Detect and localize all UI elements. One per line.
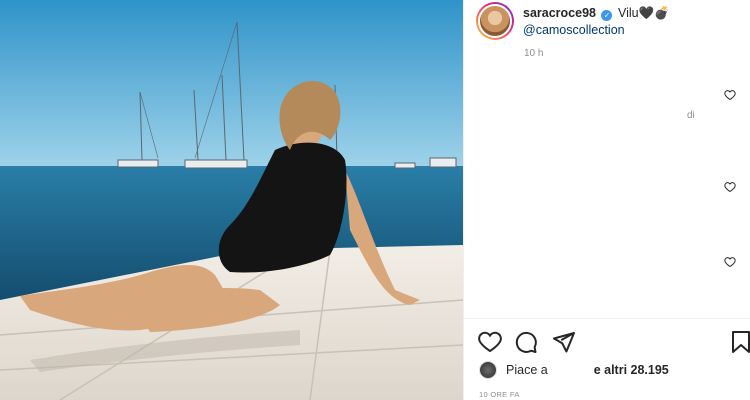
- caption-time: 10 h: [524, 48, 544, 59]
- avatar-image: [478, 4, 512, 38]
- comment-like-heart-icon[interactable]: [724, 256, 736, 268]
- bookmark-icon[interactable]: [731, 330, 750, 354]
- send-icon[interactable]: [552, 330, 576, 354]
- actions-divider: [464, 318, 750, 319]
- heart-icon[interactable]: [478, 330, 502, 354]
- action-bar: [476, 330, 750, 354]
- post-header: saracroce98 ✓ Vilu🖤💣 @camoscollection: [476, 2, 670, 40]
- user-avatar[interactable]: [476, 2, 514, 40]
- post-caption: saracroce98 ✓ Vilu🖤💣 @camoscollection: [523, 5, 670, 39]
- liker-avatar[interactable]: [479, 361, 497, 379]
- likes-summary: Piace a e altri 28.195: [479, 361, 669, 379]
- post-photo[interactable]: [0, 0, 463, 400]
- photo-scene: [0, 0, 463, 400]
- post-side-panel: saracroce98 ✓ Vilu🖤💣 @camoscollection 10…: [463, 0, 750, 400]
- comment-text-fragment: di: [687, 110, 695, 121]
- likes-count-link[interactable]: e altri 28.195: [594, 363, 669, 377]
- verified-badge-icon: ✓: [601, 10, 613, 21]
- comment-icon[interactable]: [514, 330, 538, 354]
- mention-link[interactable]: @camoscollection: [523, 22, 670, 39]
- post-date[interactable]: 10 ORE FA: [479, 390, 520, 399]
- likes-prefix: Piace a: [506, 363, 548, 377]
- comment-like-heart-icon[interactable]: [724, 181, 736, 193]
- caption-text: Vilu🖤💣: [617, 6, 670, 20]
- comment-like-heart-icon[interactable]: [724, 89, 736, 101]
- username-link[interactable]: saracroce98: [523, 6, 596, 20]
